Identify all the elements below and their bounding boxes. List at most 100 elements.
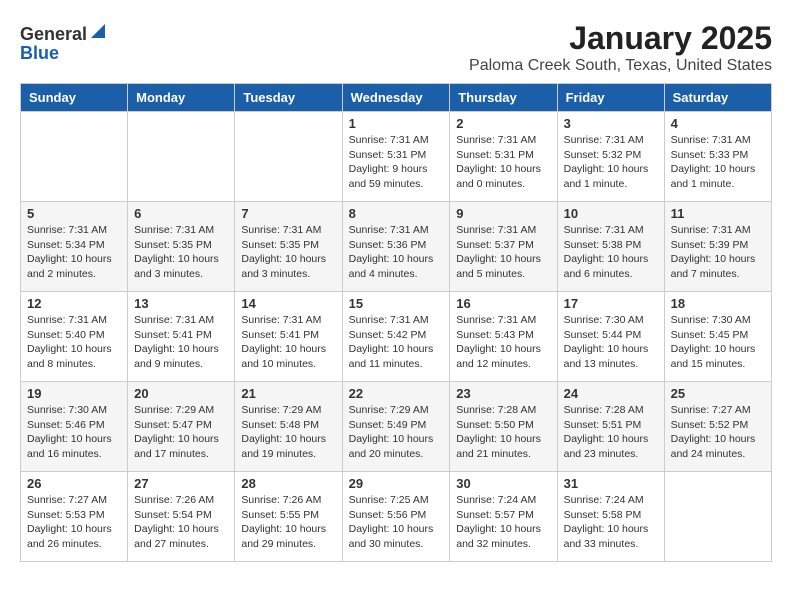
calendar-day-22: 22Sunrise: 7:29 AM Sunset: 5:49 PM Dayli… <box>342 382 450 472</box>
calendar-week-row: 19 Sunrise: 7:30 AM Sunset: 5:46 PM Dayli… <box>21 382 772 472</box>
calendar-day-29: 29Sunrise: 7:25 AM Sunset: 5:56 PM Dayli… <box>342 472 450 562</box>
weekday-header-friday: Friday <box>557 84 664 112</box>
calendar-title: January 2025 <box>20 20 772 57</box>
day-number: 22 <box>349 386 444 401</box>
weekday-header-wednesday: Wednesday <box>342 84 450 112</box>
calendar-empty-cell <box>235 112 342 202</box>
day-number: 13 <box>134 296 228 311</box>
calendar-day-20: 20 Sunrise: 7:29 AM Sunset: 5:47 PM Dayli… <box>128 382 235 472</box>
day-number: 19 <box>27 386 121 401</box>
day-number: 6 <box>134 206 228 221</box>
day-number: 12 <box>27 296 121 311</box>
day-detail: Sunrise: 7:31 AM Sunset: 5:39 PM Dayligh… <box>671 223 765 282</box>
calendar-day-13: 13 Sunrise: 7:31 AM Sunset: 5:41 PM Dayli… <box>128 292 235 382</box>
day-number: 14 <box>241 296 335 311</box>
calendar-day-27: 27Sunrise: 7:26 AM Sunset: 5:54 PM Dayli… <box>128 472 235 562</box>
day-detail: Sunrise: 7:31 AM Sunset: 5:33 PM Dayligh… <box>671 133 765 192</box>
day-detail: Sunrise: 7:29 AM Sunset: 5:48 PM Dayligh… <box>241 403 335 462</box>
day-detail: Sunrise: 7:31 AM Sunset: 5:38 PM Dayligh… <box>564 223 658 282</box>
calendar-week-row: 12 Sunrise: 7:31 AM Sunset: 5:40 PM Dayli… <box>21 292 772 382</box>
day-number: 20 <box>134 386 228 401</box>
day-number: 23 <box>456 386 550 401</box>
day-number: 16 <box>456 296 550 311</box>
calendar-day-25: 25 Sunrise: 7:27 AM Sunset: 5:52 PM Dayli… <box>664 382 771 472</box>
calendar-day-17: 17 Sunrise: 7:30 AM Sunset: 5:44 PM Dayli… <box>557 292 664 382</box>
calendar-day-30: 30 Sunrise: 7:24 AM Sunset: 5:57 PM Dayli… <box>450 472 557 562</box>
calendar-day-18: 18 Sunrise: 7:30 AM Sunset: 5:45 PM Dayli… <box>664 292 771 382</box>
day-number: 4 <box>671 116 765 131</box>
day-number: 25 <box>671 386 765 401</box>
calendar-day-10: 10 Sunrise: 7:31 AM Sunset: 5:38 PM Dayli… <box>557 202 664 292</box>
calendar-subtitle: Paloma Creek South, Texas, United States <box>20 57 772 75</box>
day-number: 21 <box>241 386 335 401</box>
calendar-day-4: 4 Sunrise: 7:31 AM Sunset: 5:33 PM Daylig… <box>664 112 771 202</box>
weekday-header-row: SundayMondayTuesdayWednesdayThursdayFrid… <box>21 84 772 112</box>
day-detail: Sunrise: 7:31 AM Sunset: 5:43 PM Dayligh… <box>456 313 550 372</box>
calendar-day-21: 21 Sunrise: 7:29 AM Sunset: 5:48 PM Dayli… <box>235 382 342 472</box>
day-detail: Sunrise: 7:31 AM Sunset: 5:40 PM Dayligh… <box>27 313 121 372</box>
day-number: 3 <box>564 116 658 131</box>
day-number: 1 <box>349 116 444 131</box>
weekday-header-monday: Monday <box>128 84 235 112</box>
weekday-header-saturday: Saturday <box>664 84 771 112</box>
calendar-week-row: 5 Sunrise: 7:31 AM Sunset: 5:34 PM Daylig… <box>21 202 772 292</box>
day-number: 29 <box>349 476 444 491</box>
day-number: 2 <box>456 116 550 131</box>
calendar-day-24: 24Sunrise: 7:28 AM Sunset: 5:51 PM Dayli… <box>557 382 664 472</box>
day-number: 27 <box>134 476 228 491</box>
day-number: 28 <box>241 476 335 491</box>
day-detail: Sunrise: 7:30 AM Sunset: 5:46 PM Dayligh… <box>27 403 121 462</box>
day-detail: Sunrise: 7:31 AM Sunset: 5:42 PM Dayligh… <box>349 313 444 372</box>
day-detail: Sunrise: 7:26 AM Sunset: 5:55 PM Dayligh… <box>241 493 335 552</box>
calendar-day-2: 2 Sunrise: 7:31 AM Sunset: 5:31 PM Daylig… <box>450 112 557 202</box>
calendar-day-9: 9Sunrise: 7:31 AM Sunset: 5:37 PM Daylig… <box>450 202 557 292</box>
weekday-header-tuesday: Tuesday <box>235 84 342 112</box>
day-detail: Sunrise: 7:30 AM Sunset: 5:44 PM Dayligh… <box>564 313 658 372</box>
day-detail: Sunrise: 7:31 AM Sunset: 5:41 PM Dayligh… <box>134 313 228 372</box>
day-detail: Sunrise: 7:31 AM Sunset: 5:31 PM Dayligh… <box>456 133 550 192</box>
day-number: 11 <box>671 206 765 221</box>
calendar-day-11: 11 Sunrise: 7:31 AM Sunset: 5:39 PM Dayli… <box>664 202 771 292</box>
day-number: 10 <box>564 206 658 221</box>
calendar-day-19: 19 Sunrise: 7:30 AM Sunset: 5:46 PM Dayli… <box>21 382 128 472</box>
day-detail: Sunrise: 7:31 AM Sunset: 5:34 PM Dayligh… <box>27 223 121 282</box>
logo-triangle-icon <box>89 22 107 44</box>
calendar-day-12: 12 Sunrise: 7:31 AM Sunset: 5:40 PM Dayli… <box>21 292 128 382</box>
day-number: 26 <box>27 476 121 491</box>
day-detail: Sunrise: 7:24 AM Sunset: 5:57 PM Dayligh… <box>456 493 550 552</box>
day-number: 15 <box>349 296 444 311</box>
day-number: 31 <box>564 476 658 491</box>
day-detail: Sunrise: 7:24 AM Sunset: 5:58 PM Dayligh… <box>564 493 658 552</box>
calendar-day-23: 23 Sunrise: 7:28 AM Sunset: 5:50 PM Dayli… <box>450 382 557 472</box>
day-detail: Sunrise: 7:28 AM Sunset: 5:50 PM Dayligh… <box>456 403 550 462</box>
calendar-day-28: 28 Sunrise: 7:26 AM Sunset: 5:55 PM Dayli… <box>235 472 342 562</box>
calendar-day-31: 31 Sunrise: 7:24 AM Sunset: 5:58 PM Dayli… <box>557 472 664 562</box>
day-detail: Sunrise: 7:29 AM Sunset: 5:47 PM Dayligh… <box>134 403 228 462</box>
weekday-header-sunday: Sunday <box>21 84 128 112</box>
day-number: 18 <box>671 296 765 311</box>
logo-blue-text: Blue <box>20 44 59 62</box>
day-number: 9 <box>456 206 550 221</box>
day-detail: Sunrise: 7:31 AM Sunset: 5:31 PM Dayligh… <box>349 133 444 192</box>
day-detail: Sunrise: 7:27 AM Sunset: 5:53 PM Dayligh… <box>27 493 121 552</box>
day-number: 30 <box>456 476 550 491</box>
day-number: 5 <box>27 206 121 221</box>
calendar-day-26: 26 Sunrise: 7:27 AM Sunset: 5:53 PM Dayli… <box>21 472 128 562</box>
day-number: 8 <box>349 206 444 221</box>
calendar-day-3: 3Sunrise: 7:31 AM Sunset: 5:32 PM Daylig… <box>557 112 664 202</box>
day-number: 17 <box>564 296 658 311</box>
calendar-day-5: 5 Sunrise: 7:31 AM Sunset: 5:34 PM Daylig… <box>21 202 128 292</box>
logo-general-text: General <box>20 25 87 43</box>
calendar-empty-cell <box>664 472 771 562</box>
calendar-empty-cell <box>128 112 235 202</box>
day-number: 7 <box>241 206 335 221</box>
day-detail: Sunrise: 7:30 AM Sunset: 5:45 PM Dayligh… <box>671 313 765 372</box>
day-detail: Sunrise: 7:31 AM Sunset: 5:36 PM Dayligh… <box>349 223 444 282</box>
calendar-header: January 2025 Paloma Creek South, Texas, … <box>20 20 772 75</box>
calendar-day-1: 1 Sunrise: 7:31 AM Sunset: 5:31 PM Daylig… <box>342 112 450 202</box>
calendar-empty-cell <box>21 112 128 202</box>
calendar-day-16: 16 Sunrise: 7:31 AM Sunset: 5:43 PM Dayli… <box>450 292 557 382</box>
calendar-week-row: 1 Sunrise: 7:31 AM Sunset: 5:31 PM Daylig… <box>21 112 772 202</box>
calendar-table: SundayMondayTuesdayWednesdayThursdayFrid… <box>20 83 772 562</box>
day-detail: Sunrise: 7:27 AM Sunset: 5:52 PM Dayligh… <box>671 403 765 462</box>
